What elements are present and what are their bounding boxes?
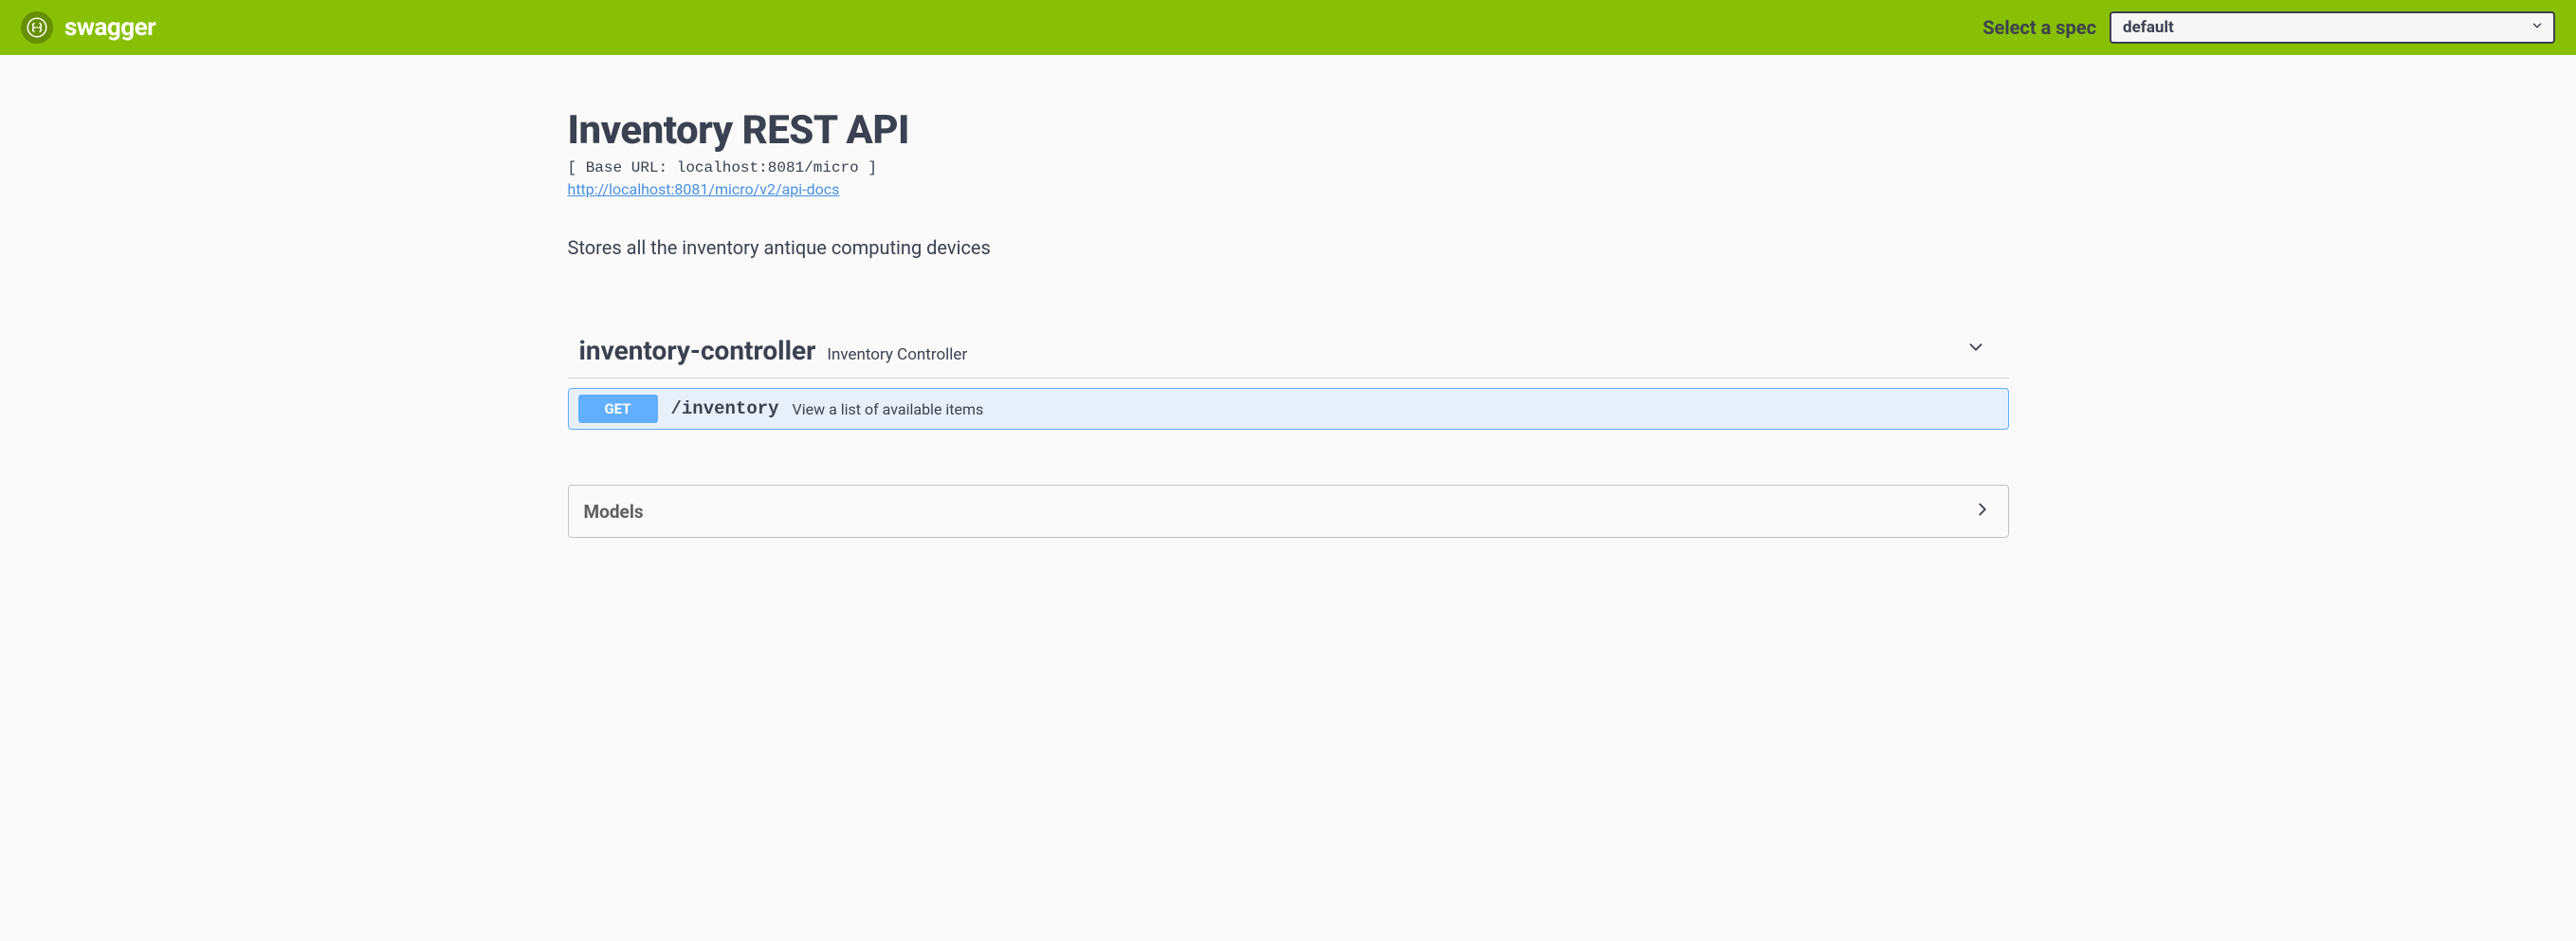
swagger-logo-icon bbox=[21, 11, 53, 44]
brand-name: swagger bbox=[64, 13, 155, 42]
topbar: swagger Select a spec default bbox=[0, 0, 2576, 55]
operation-path: /inventory bbox=[671, 398, 779, 419]
tag-header[interactable]: inventory-controller Inventory Controlle… bbox=[568, 335, 2009, 378]
chevron-right-icon bbox=[1972, 499, 1993, 524]
chevron-down-icon bbox=[2530, 18, 2544, 37]
api-docs-link[interactable]: http://localhost:8081/micro/v2/api-docs bbox=[568, 180, 840, 198]
spec-selected-value: default bbox=[2123, 18, 2174, 37]
base-url-text: [ Base URL: localhost:8081/micro ] bbox=[568, 159, 2009, 176]
chevron-down-icon bbox=[1965, 337, 1986, 361]
spec-select-label: Select a spec bbox=[1982, 16, 2096, 39]
http-method-badge: GET bbox=[578, 395, 658, 423]
brand-block: swagger bbox=[21, 11, 155, 44]
api-info-section: Inventory REST API [ Base URL: localhost… bbox=[568, 55, 2009, 259]
spec-select-dropdown[interactable]: default bbox=[2110, 11, 2555, 44]
tag-section-inventory-controller: inventory-controller Inventory Controlle… bbox=[568, 335, 2009, 430]
tag-description: Inventory Controller bbox=[827, 345, 967, 364]
tag-name: inventory-controller bbox=[579, 335, 816, 366]
operation-summary: View a list of available items bbox=[793, 400, 984, 418]
spec-selector-wrap: Select a spec default bbox=[1982, 11, 2555, 44]
operation-get-inventory[interactable]: GET /inventory View a list of available … bbox=[568, 388, 2009, 430]
models-section-header[interactable]: Models bbox=[568, 485, 2009, 538]
models-title: Models bbox=[584, 501, 644, 523]
api-title: Inventory REST API bbox=[568, 107, 2009, 154]
api-description: Stores all the inventory antique computi… bbox=[568, 236, 2009, 259]
